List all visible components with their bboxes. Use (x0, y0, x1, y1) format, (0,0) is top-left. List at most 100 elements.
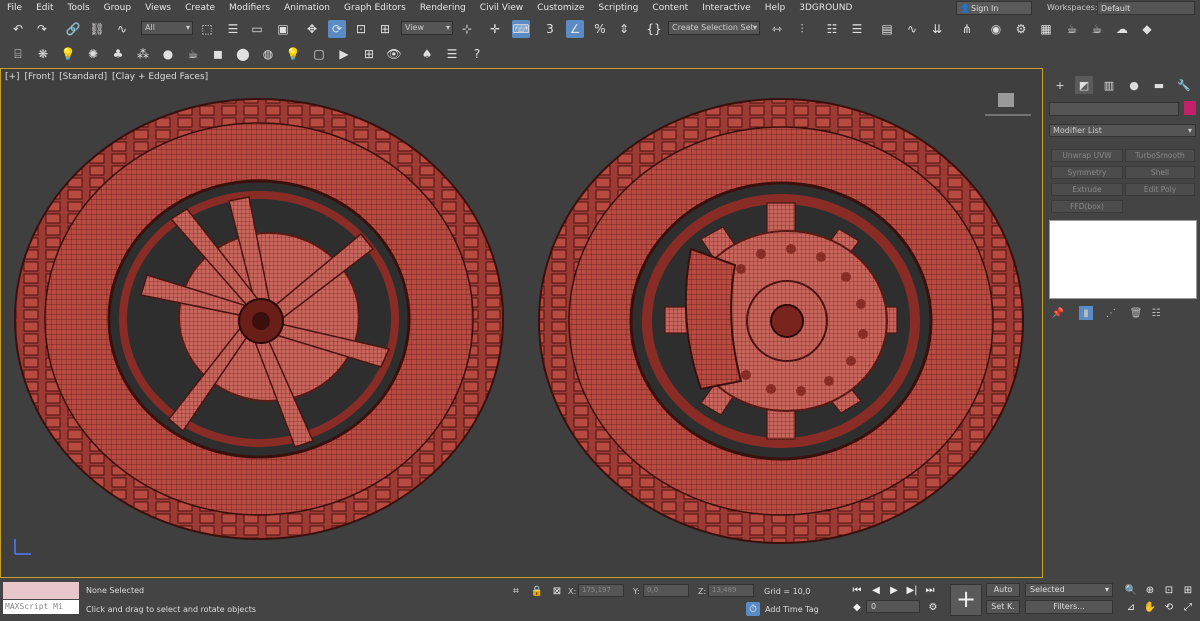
render-setup-icon[interactable]: ⚙ (1012, 20, 1030, 38)
make-unique-icon[interactable]: ⋰ (1104, 306, 1118, 320)
modifier-button-turbosmooth[interactable]: TurboSmooth (1125, 149, 1195, 162)
menu-item-scripting[interactable]: Scripting (591, 0, 645, 17)
particle-icon[interactable]: ❋ (34, 45, 52, 63)
material-editor-icon[interactable]: ◉ (987, 20, 1005, 38)
menu-item-rendering[interactable]: Rendering (413, 0, 473, 17)
light-icon[interactable]: 💡 (284, 45, 302, 63)
box-icon[interactable]: ◼ (209, 45, 227, 63)
menu-item-animation[interactable]: Animation (277, 0, 337, 17)
undo-icon[interactable]: ↶ (9, 20, 27, 38)
lock-selection-icon[interactable]: 🔒 (530, 584, 544, 598)
front-viewport[interactable]: [+] [Front] [Standard] [Clay + Edged Fac… (0, 68, 1043, 578)
camera-icon[interactable]: ⌸ (9, 45, 27, 63)
render-window-icon[interactable]: ▶ (335, 45, 353, 63)
pan-icon[interactable]: ✋ (1143, 600, 1157, 614)
edit-named-selection-icon[interactable]: {} (645, 20, 663, 38)
menu-item-group[interactable]: Group (97, 0, 138, 17)
create-tab-icon[interactable]: + (1051, 76, 1069, 94)
grid-icon[interactable]: ⊞ (360, 45, 378, 63)
tree-icon[interactable]: ♣ (109, 45, 127, 63)
menu-item-civil-view[interactable]: Civil View (473, 0, 530, 17)
curve-editor-icon[interactable]: ∿ (903, 20, 921, 38)
link-icon[interactable]: 🔗 (64, 20, 82, 38)
previous-frame-icon[interactable]: ◀ (869, 583, 883, 597)
named-selection-set-dropdown[interactable]: Create Selection Set (668, 21, 760, 35)
zoom-extents-all-icon[interactable]: ⊞ (1181, 583, 1195, 597)
current-frame-field[interactable]: 0 (866, 600, 920, 613)
pin-stack-icon[interactable]: 📌 (1051, 306, 1065, 320)
workspace-select[interactable]: Default (1097, 1, 1195, 15)
key-filters-button[interactable]: Filters... (1025, 600, 1113, 614)
scene-explorer-icon[interactable]: ☷ (823, 20, 841, 38)
cylinder-icon[interactable]: ⬤ (234, 45, 252, 63)
absolute-mode-icon[interactable]: ⊠ (550, 584, 564, 598)
scatter-icon[interactable]: ⁂ (134, 45, 152, 63)
time-tag-icon[interactable]: ⏱ (746, 602, 760, 616)
isolate-selection-icon[interactable]: ⌗ (509, 584, 523, 598)
display-tab-icon[interactable]: ▬ (1150, 76, 1168, 94)
modifier-button-unwrap[interactable]: Unwrap UVW (1051, 149, 1123, 162)
spinner-snap-icon[interactable]: ⇕ (615, 20, 633, 38)
selection-filter-dropdown[interactable]: All (141, 21, 193, 35)
y-coordinate-field[interactable]: 0,0 (643, 584, 689, 597)
zoom-icon[interactable]: 🔍 (1124, 583, 1138, 597)
scale-icon[interactable]: ⊡ (352, 20, 370, 38)
light-bulb-icon[interactable]: 💡 (59, 45, 77, 63)
unlink-icon[interactable]: ⛓ (88, 20, 106, 38)
key-mode-icon[interactable]: ◆ (850, 600, 864, 614)
set-key-icon[interactable]: + (950, 584, 982, 616)
maxscript-listener-input[interactable]: MAXScript Mi (3, 600, 79, 614)
open-a360-gallery-icon[interactable]: ◆ (1138, 20, 1156, 38)
modifier-button-ffd-box[interactable]: FFD(box) (1051, 200, 1123, 213)
modifier-button-extrude[interactable]: Extrude (1051, 183, 1123, 196)
show-end-result-icon[interactable]: ▮ (1079, 306, 1093, 320)
move-icon[interactable]: ✥ (303, 20, 321, 38)
rotate-icon[interactable]: ⟳ (328, 20, 346, 38)
go-to-start-icon[interactable]: ⏮ (850, 583, 864, 597)
angle-snap-icon[interactable]: ∠ (566, 20, 584, 38)
viewcube-icon[interactable] (998, 93, 1014, 107)
teapot-icon[interactable]: ☕ (184, 45, 202, 63)
align-icon[interactable]: ⫶ (793, 20, 811, 38)
maximize-viewport-icon[interactable]: ⤢ (1181, 600, 1195, 614)
window-crossing-icon[interactable]: ▣ (274, 20, 292, 38)
next-frame-icon[interactable]: ▶| (905, 583, 919, 597)
keyboard-shortcut-override-icon[interactable]: ⌨ (512, 20, 530, 38)
z-coordinate-field[interactable]: 13,489 (708, 584, 754, 597)
render-icon[interactable]: ☕ (1063, 20, 1081, 38)
layer-explorer-icon[interactable]: ☰ (848, 20, 866, 38)
placement-icon[interactable]: ⊞ (376, 20, 394, 38)
go-to-end-icon[interactable]: ⏭ (923, 583, 937, 597)
eye-icon[interactable]: 👁 (385, 45, 403, 63)
help-icon[interactable]: ? (468, 45, 486, 63)
select-by-name-icon[interactable]: ☰ (224, 20, 242, 38)
material-ball-icon[interactable]: ◍ (259, 45, 277, 63)
menu-item-tools[interactable]: Tools (61, 0, 97, 17)
set-key-button[interactable]: Set K. (986, 600, 1020, 614)
menu-item-create[interactable]: Create (178, 0, 222, 17)
a360-render-icon[interactable]: ☁ (1113, 20, 1131, 38)
sign-in-button[interactable]: 👤 Sign In (956, 1, 1032, 15)
select-object-icon[interactable]: ⬚ (198, 20, 216, 38)
modifier-button-shell[interactable]: Shell (1125, 166, 1195, 179)
maxscript-listener-output[interactable] (3, 582, 79, 599)
forest-icon[interactable]: ♠ (418, 45, 436, 63)
menu-item-interactive[interactable]: Interactive (695, 0, 757, 17)
notes-icon[interactable]: ☰ (443, 45, 461, 63)
render-production-icon[interactable]: ☕ (1088, 20, 1106, 38)
field-of-view-icon[interactable]: ⊿ (1124, 600, 1138, 614)
dope-sheet-icon[interactable]: ⇊ (928, 20, 946, 38)
play-icon[interactable]: ▶ (887, 583, 901, 597)
percent-snap-icon[interactable]: % (591, 20, 609, 38)
orbit-icon[interactable]: ⟲ (1162, 600, 1176, 614)
configure-modifier-sets-icon[interactable]: ☷ (1149, 306, 1163, 320)
menu-item-modifiers[interactable]: Modifiers (222, 0, 277, 17)
sphere-icon[interactable]: ● (159, 45, 177, 63)
menu-item-graph-editors[interactable]: Graph Editors (337, 0, 413, 17)
hierarchy-tab-icon[interactable]: ▥ (1100, 76, 1118, 94)
time-config-icon[interactable]: ⚙ (926, 600, 940, 614)
remove-modifier-icon[interactable]: 🗑 (1129, 306, 1143, 320)
schematic-view-icon[interactable]: ⋔ (958, 20, 976, 38)
select-manipulate-icon[interactable]: ✛ (486, 20, 504, 38)
mirror-icon[interactable]: ⇿ (768, 20, 786, 38)
